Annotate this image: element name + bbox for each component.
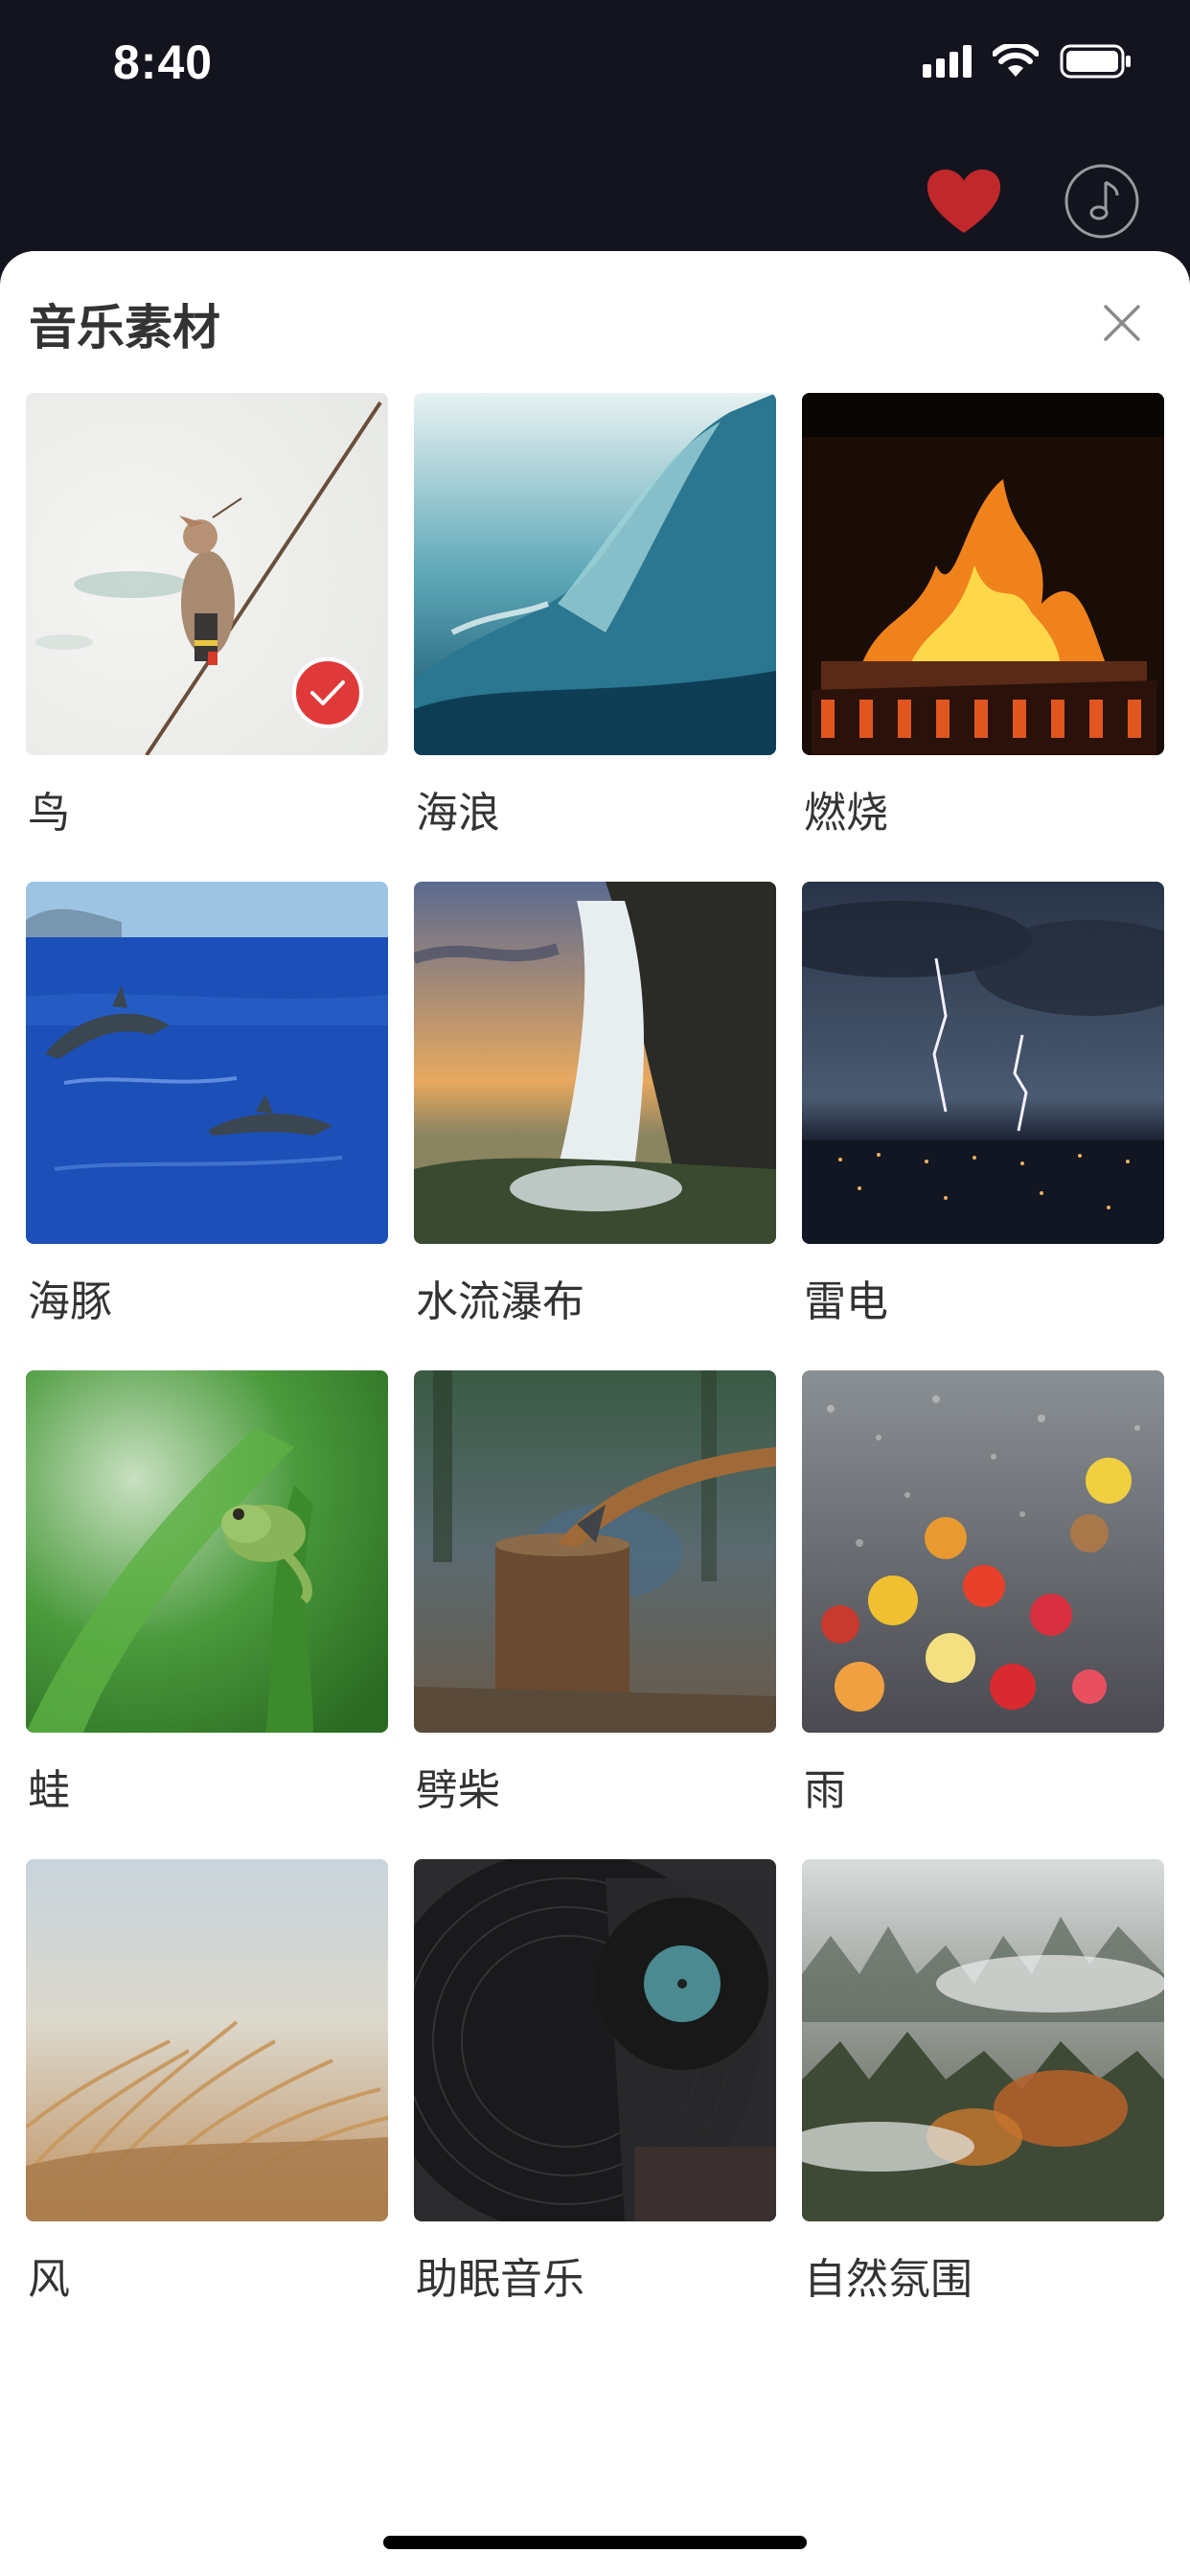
- close-icon: [1104, 305, 1140, 341]
- material-tile-sleep-music[interactable]: 助眠音乐: [414, 1859, 776, 2304]
- waterfall-thumbnail: [414, 882, 776, 1244]
- material-label: 海豚: [28, 1277, 112, 1326]
- material-grid: 鸟 海浪 燃烧 海豚 水流瀑布 雷电 蛙 劈柴 雨 风 助眠音乐 自然氛围: [26, 393, 1164, 2304]
- material-label: 雷电: [804, 1277, 888, 1326]
- material-tile-rain[interactable]: 雨: [802, 1370, 1164, 1815]
- status-icons: [923, 44, 1133, 79]
- material-label: 雨: [804, 1766, 846, 1815]
- material-tile-waterfall[interactable]: 水流瀑布: [414, 882, 776, 1326]
- sheet-title: 音乐素材: [29, 300, 220, 356]
- material-label: 劈柴: [416, 1766, 500, 1815]
- material-label: 燃烧: [804, 789, 888, 838]
- material-label: 海浪: [416, 789, 500, 838]
- dolphins-thumbnail: [26, 882, 388, 1244]
- material-label: 自然氛围: [804, 2255, 973, 2304]
- material-tile-dolphins[interactable]: 海豚: [26, 882, 388, 1326]
- frog-thumbnail: [26, 1370, 388, 1733]
- material-label: 风: [28, 2255, 70, 2304]
- check-icon: [310, 680, 345, 705]
- lightning-thumbnail: [802, 882, 1164, 1244]
- favorite-button[interactable]: [926, 163, 1002, 240]
- rain-thumbnail: [802, 1370, 1164, 1733]
- wifi-icon: [993, 44, 1039, 79]
- material-tile-bird[interactable]: 鸟: [26, 393, 388, 838]
- material-label: 水流瀑布: [416, 1277, 584, 1326]
- misty-forest-thumbnail: [802, 1859, 1164, 2221]
- ocean-wave-thumbnail: [414, 393, 776, 755]
- material-tile-nature-ambience[interactable]: 自然氛围: [802, 1859, 1164, 2304]
- material-label: 鸟: [28, 789, 70, 838]
- heart-icon: [927, 169, 1001, 234]
- home-indicator[interactable]: [383, 2536, 807, 2549]
- battery-icon: [1060, 44, 1133, 79]
- wind-thumbnail: [26, 1859, 388, 2221]
- close-button[interactable]: [1098, 299, 1146, 347]
- material-tile-fireplace[interactable]: 燃烧: [802, 393, 1164, 838]
- selected-check-badge: [292, 657, 363, 728]
- material-label: 蛙: [28, 1766, 70, 1815]
- material-tile-frog[interactable]: 蛙: [26, 1370, 388, 1815]
- music-button[interactable]: [1064, 163, 1140, 240]
- axe-thumbnail: [414, 1370, 776, 1733]
- material-label: 助眠音乐: [416, 2255, 584, 2304]
- music-material-sheet: 音乐素材 鸟 海浪 燃烧 海豚 水流瀑布 雷电 蛙 劈柴 雨 风 助眠音乐 自然…: [0, 251, 1190, 2576]
- status-bar: 8:40: [0, 0, 1190, 126]
- screen: 8:40 音乐素材 鸟 海浪 燃烧 海豚 水流瀑布 雷电 蛙 劈柴 雨 风 助眠…: [0, 0, 1190, 2576]
- music-note-icon: [1064, 164, 1139, 239]
- fireplace-thumbnail: [802, 393, 1164, 755]
- material-tile-ocean-wave[interactable]: 海浪: [414, 393, 776, 838]
- vinyl-thumbnail: [414, 1859, 776, 2221]
- material-tile-lightning[interactable]: 雷电: [802, 882, 1164, 1326]
- top-actions: [926, 163, 1140, 240]
- material-tile-wind[interactable]: 风: [26, 1859, 388, 2304]
- material-tile-axe[interactable]: 劈柴: [414, 1370, 776, 1815]
- status-time: 8:40: [113, 35, 214, 89]
- cellular-signal-icon: [923, 45, 972, 78]
